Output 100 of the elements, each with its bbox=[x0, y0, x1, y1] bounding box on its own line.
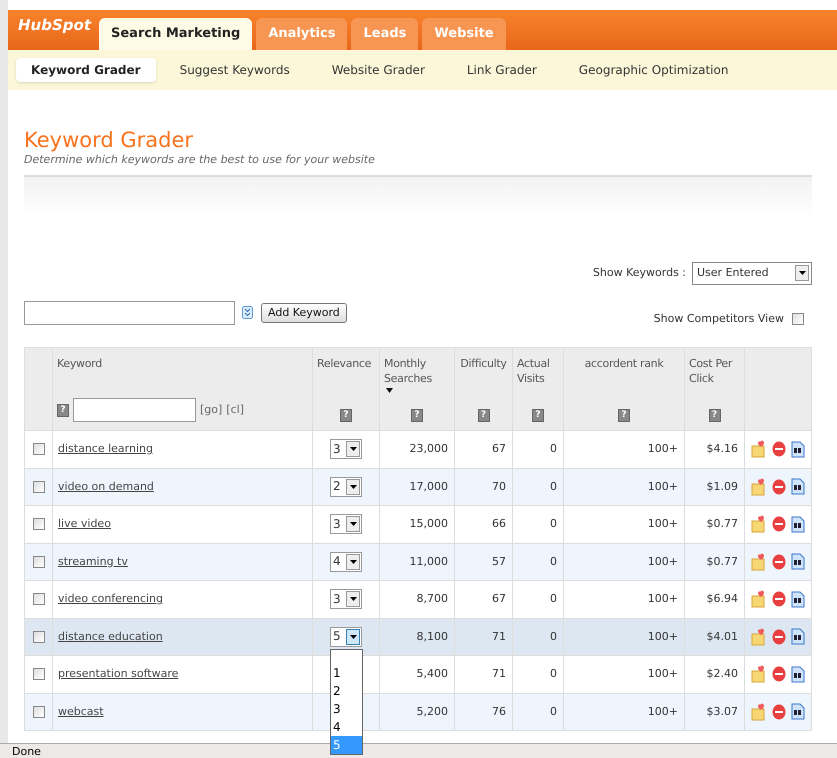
table-cell: 100+ bbox=[648, 592, 678, 605]
table-cell: 0 bbox=[550, 704, 557, 718]
keyword-row[interactable]: streaming tv 4 11,000 57 0 100+ $0.77 bbox=[24, 543, 812, 580]
table-cell: 100+ bbox=[648, 630, 678, 642]
table-cell: 0 bbox=[550, 442, 557, 455]
table-cell: $6.94 bbox=[706, 592, 738, 605]
table-cell: $2.40 bbox=[706, 667, 738, 680]
table-cell: $0.77 bbox=[706, 554, 738, 568]
relevance-select[interactable]: 3 bbox=[330, 439, 362, 460]
remove-icon[interactable] bbox=[772, 554, 786, 570]
folder-heart-icon[interactable] bbox=[751, 628, 767, 646]
table-cell: 67 bbox=[492, 592, 506, 605]
table-cell: 0 bbox=[550, 554, 557, 568]
table-cell: 100+ bbox=[648, 442, 678, 455]
keyword-link[interactable]: streaming tv bbox=[58, 554, 128, 568]
checkbox[interactable] bbox=[32, 630, 44, 643]
table-cell: 71 bbox=[492, 667, 506, 680]
add-keyword-button[interactable]: Add Keyword bbox=[261, 302, 347, 323]
sort-arrow-icon[interactable] bbox=[386, 388, 393, 393]
checkbox[interactable] bbox=[32, 668, 44, 680]
subnav-tab[interactable]: Keyword Grader bbox=[16, 58, 156, 82]
column-header[interactable]: Difficulty bbox=[459, 356, 508, 371]
keyword-link[interactable]: video conferencing bbox=[58, 592, 164, 605]
subnav-tab[interactable]: Geographic Optimization bbox=[560, 58, 746, 82]
expand-icon[interactable] bbox=[242, 306, 253, 320]
table-cell: 17,000 bbox=[410, 480, 448, 492]
help-icon[interactable]: ? bbox=[478, 409, 490, 422]
relevance-select[interactable]: 5 bbox=[330, 626, 362, 647]
table-cell: 67 bbox=[492, 442, 506, 455]
table-cell: 100+ bbox=[648, 704, 678, 718]
keyword-row[interactable]: video on demand 2 17,000 70 0 100+ $1.09 bbox=[24, 468, 812, 506]
keyword-link[interactable]: video on demand bbox=[58, 480, 154, 492]
column-header[interactable]: accordent rank bbox=[568, 356, 680, 371]
checkbox[interactable] bbox=[32, 480, 44, 493]
show-keywords-label: Show Keywords : bbox=[592, 264, 686, 281]
checkbox[interactable] bbox=[32, 518, 44, 530]
help-icon[interactable]: ? bbox=[57, 404, 69, 416]
column-header[interactable]: Cost Per Click bbox=[689, 356, 740, 386]
help-icon[interactable]: ? bbox=[618, 409, 630, 422]
keyword-link[interactable]: distance learning bbox=[58, 442, 153, 455]
table-cell: $4.16 bbox=[706, 442, 738, 455]
column-header[interactable]: Keyword bbox=[57, 356, 308, 371]
table-cell: 70 bbox=[492, 480, 506, 492]
subnav-tab[interactable]: Suggest Keywords bbox=[162, 58, 308, 82]
relevance-select[interactable]: 2 bbox=[330, 476, 362, 497]
table-cell: 5,200 bbox=[416, 704, 448, 718]
table-cell: 66 bbox=[492, 517, 506, 530]
keyword-row[interactable]: video conferencing 3 8,700 67 0 100+ $6.94 bbox=[24, 580, 812, 618]
remove-icon[interactable] bbox=[772, 478, 786, 495]
folder-heart-icon[interactable] bbox=[751, 515, 767, 534]
remove-icon[interactable] bbox=[772, 666, 786, 682]
page-subtitle: Determine which keywords are the best to use for your website bbox=[24, 152, 376, 168]
remove-icon[interactable] bbox=[772, 591, 786, 608]
checkbox[interactable] bbox=[792, 312, 804, 325]
subnav-tab[interactable]: Link Grader bbox=[448, 58, 555, 82]
relevance-select[interactable]: 3 bbox=[330, 589, 362, 610]
subnav-tab[interactable]: Website Grader bbox=[314, 58, 443, 82]
column-header[interactable]: Relevance bbox=[317, 356, 375, 371]
keyword-row[interactable]: distance learning 3 23,000 67 0 100+ $4.16 bbox=[24, 430, 812, 468]
folder-heart-icon[interactable] bbox=[751, 702, 767, 721]
keyword-link[interactable]: webcast bbox=[58, 704, 104, 718]
column-header[interactable]: Actual Visits bbox=[517, 356, 559, 386]
filter-link[interactable]: [go] bbox=[200, 402, 222, 418]
filter-link[interactable]: [cl] bbox=[226, 402, 244, 418]
table-cell: 100+ bbox=[648, 667, 678, 680]
checkbox[interactable] bbox=[32, 556, 44, 568]
remove-icon[interactable] bbox=[772, 704, 786, 720]
keyword-link[interactable]: presentation software bbox=[58, 667, 178, 680]
checkbox[interactable] bbox=[32, 593, 44, 606]
checkbox[interactable] bbox=[32, 443, 44, 456]
remove-icon[interactable] bbox=[772, 441, 786, 458]
keyword-link[interactable]: distance education bbox=[58, 630, 163, 642]
table-cell: 71 bbox=[492, 630, 506, 642]
help-icon[interactable]: ? bbox=[340, 409, 352, 422]
show-keywords-select[interactable]: User Entered bbox=[692, 262, 812, 284]
table-cell: 0 bbox=[550, 480, 557, 492]
remove-icon[interactable] bbox=[772, 628, 786, 645]
table-cell: 15,000 bbox=[410, 517, 448, 530]
keyword-link[interactable]: live video bbox=[58, 517, 111, 530]
relevance-select[interactable]: 3 bbox=[330, 514, 362, 534]
help-icon[interactable]: ? bbox=[411, 409, 423, 422]
help-icon[interactable]: ? bbox=[708, 409, 720, 422]
table-cell: 0 bbox=[550, 667, 557, 680]
keyword-filter-field[interactable] bbox=[73, 398, 196, 422]
remove-icon[interactable] bbox=[772, 516, 786, 532]
table-cell: $4.01 bbox=[706, 630, 738, 642]
checkbox[interactable] bbox=[32, 706, 44, 718]
nav-tab[interactable]: Search Marketing bbox=[99, 18, 252, 50]
table-cell: 100+ bbox=[648, 517, 678, 530]
help-icon[interactable]: ? bbox=[532, 409, 544, 422]
folder-heart-icon[interactable] bbox=[751, 552, 767, 571]
relevance-select[interactable]: 4 bbox=[330, 552, 362, 572]
folder-heart-icon[interactable] bbox=[751, 478, 767, 496]
folder-heart-icon[interactable] bbox=[751, 590, 767, 608]
keyword-input[interactable] bbox=[24, 300, 235, 325]
competitors-view-label: Show Competitors View bbox=[654, 310, 784, 326]
keyword-row[interactable]: live video 3 15,000 66 0 100+ $0.77 bbox=[24, 506, 812, 543]
folder-heart-icon[interactable] bbox=[751, 440, 767, 458]
folder-heart-icon[interactable] bbox=[751, 665, 767, 684]
column-header[interactable]: Monthly Searches bbox=[384, 356, 450, 386]
